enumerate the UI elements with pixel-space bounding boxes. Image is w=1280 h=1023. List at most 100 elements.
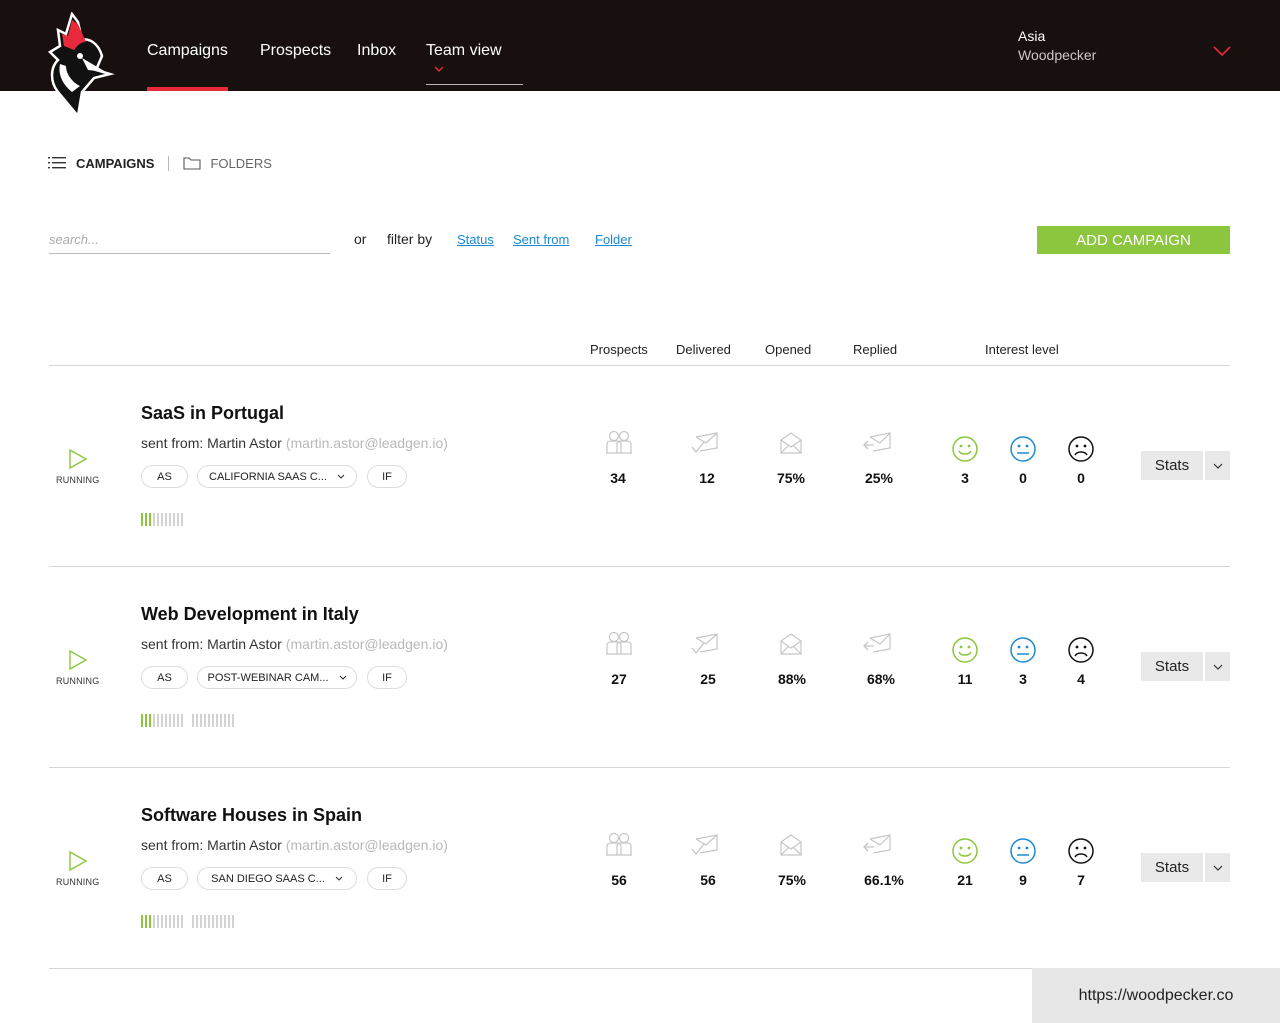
happy-face-icon xyxy=(950,836,980,866)
pill-label: POST-WEBINAR CAM... xyxy=(207,671,329,684)
progress-step xyxy=(216,915,218,928)
tab-campaigns[interactable]: CAMPAIGNS xyxy=(48,156,154,171)
tab-folders[interactable]: FOLDERS xyxy=(183,156,272,171)
progress-step xyxy=(208,714,210,727)
campaign-title[interactable]: Web Development in Italy xyxy=(141,604,359,625)
pill-folder-dropdown[interactable]: POST-WEBINAR CAM... xyxy=(197,666,357,689)
interest-neutral-value: 3 xyxy=(1019,671,1027,687)
chevron-down-icon xyxy=(339,675,347,680)
pill-label: AS xyxy=(157,671,172,684)
progress-step xyxy=(228,915,230,928)
progress-step xyxy=(161,915,163,928)
add-campaign-button[interactable]: ADD CAMPAIGN xyxy=(1037,226,1230,254)
chevron-down-icon xyxy=(1213,865,1223,871)
pill-as[interactable]: AS xyxy=(141,867,188,890)
status-label: RUNNING xyxy=(56,877,100,887)
interest-happy-value: 21 xyxy=(957,872,973,888)
filter-by-label: filter by xyxy=(387,231,433,247)
progress-step xyxy=(192,915,194,928)
progress-step xyxy=(157,915,159,928)
campaign-progress xyxy=(141,915,243,928)
sent-from: sent from: Martin Astor (martin.astor@lea… xyxy=(141,636,448,652)
pill-label: CALIFORNIA SAAS C... xyxy=(209,470,327,483)
nav-inbox[interactable]: Inbox xyxy=(357,42,396,60)
tab-campaigns-label: CAMPAIGNS xyxy=(76,155,155,171)
replied-icon xyxy=(862,630,892,658)
progress-step xyxy=(181,513,183,526)
progress-step xyxy=(192,714,194,727)
progress-step xyxy=(212,714,214,727)
replied-icon xyxy=(862,429,892,457)
neutral-face-icon xyxy=(1008,635,1038,665)
stats-dropdown-button[interactable] xyxy=(1205,853,1230,882)
campaign-title[interactable]: Software Houses in Spain xyxy=(141,805,362,826)
stats-button[interactable]: Stats xyxy=(1141,853,1203,882)
pill-folder-dropdown[interactable]: SAN DIEGO SAAS C... xyxy=(197,867,357,890)
stats-button[interactable]: Stats xyxy=(1141,451,1203,480)
play-icon[interactable] xyxy=(68,649,88,671)
campaign-progress xyxy=(141,513,192,526)
progress-step xyxy=(161,714,163,727)
progress-step xyxy=(177,513,179,526)
replied-value: 66.1% xyxy=(864,872,904,888)
pill-if[interactable]: IF xyxy=(367,867,407,890)
woodpecker-logo-icon[interactable] xyxy=(44,11,116,119)
stats-button[interactable]: Stats xyxy=(1141,652,1203,681)
progress-step xyxy=(153,915,155,928)
progress-step xyxy=(141,513,143,526)
sent-from-name: sent from: Martin Astor xyxy=(141,837,282,853)
prospects-value: 56 xyxy=(611,872,627,888)
sent-from-name: sent from: Martin Astor xyxy=(141,435,282,451)
pill-if[interactable]: IF xyxy=(367,465,407,488)
sent-from-email: (martin.astor@leadgen.io) xyxy=(285,837,448,853)
interest-happy-value: 11 xyxy=(957,671,973,687)
chevron-down-icon xyxy=(337,474,345,479)
opened-value: 88% xyxy=(777,671,807,687)
progress-step xyxy=(145,513,147,526)
filter-folder-link[interactable]: Folder xyxy=(595,232,632,247)
progress-step xyxy=(200,714,202,727)
happy-face-icon xyxy=(950,635,980,665)
col-header-prospects: Prospects xyxy=(590,342,648,357)
stats-dropdown-button[interactable] xyxy=(1205,451,1230,480)
pill-folder-dropdown[interactable]: CALIFORNIA SAAS C... xyxy=(197,465,357,488)
delivered-value: 12 xyxy=(699,470,715,486)
status-label: RUNNING xyxy=(56,475,100,485)
pill-if[interactable]: IF xyxy=(367,666,407,689)
progress-step xyxy=(173,513,175,526)
pill-label: IF xyxy=(382,470,392,483)
neutral-face-icon xyxy=(1008,434,1038,464)
user-menu-chevron-icon[interactable] xyxy=(1212,44,1232,58)
interest-sad-value: 0 xyxy=(1077,470,1085,486)
col-header-opened: Opened xyxy=(765,342,812,357)
play-icon[interactable] xyxy=(68,448,88,470)
nav-team-view-label: Team view xyxy=(426,42,502,59)
progress-step xyxy=(141,915,143,928)
sent-from-email: (martin.astor@leadgen.io) xyxy=(285,636,448,652)
progress-group xyxy=(141,915,185,928)
play-icon[interactable] xyxy=(68,850,88,872)
pill-as[interactable]: AS xyxy=(141,666,188,689)
prospects-value: 34 xyxy=(610,470,626,486)
interest-neutral-value: 9 xyxy=(1019,872,1027,888)
progress-step xyxy=(196,714,198,727)
delivered-value: 56 xyxy=(700,872,716,888)
progress-step xyxy=(145,915,147,928)
progress-step xyxy=(181,714,183,727)
pill-label: IF xyxy=(382,671,392,684)
campaign-title[interactable]: SaaS in Portugal xyxy=(141,403,284,424)
stats-dropdown-button[interactable] xyxy=(1205,652,1230,681)
progress-group xyxy=(141,513,185,526)
filter-status-link[interactable]: Status xyxy=(457,232,494,247)
opened-value: 75% xyxy=(777,872,807,888)
nav-campaigns[interactable]: Campaigns xyxy=(147,42,228,91)
pill-as[interactable]: AS xyxy=(141,465,188,488)
filter-sent-from-link[interactable]: Sent from xyxy=(513,232,569,247)
delivered-icon xyxy=(690,831,720,859)
progress-group xyxy=(192,915,236,928)
search-input[interactable] xyxy=(49,225,330,254)
nav-team-view[interactable]: Team view xyxy=(426,42,523,85)
chevron-down-icon xyxy=(335,876,343,881)
nav-prospects[interactable]: Prospects xyxy=(260,42,331,60)
happy-face-icon xyxy=(950,434,980,464)
